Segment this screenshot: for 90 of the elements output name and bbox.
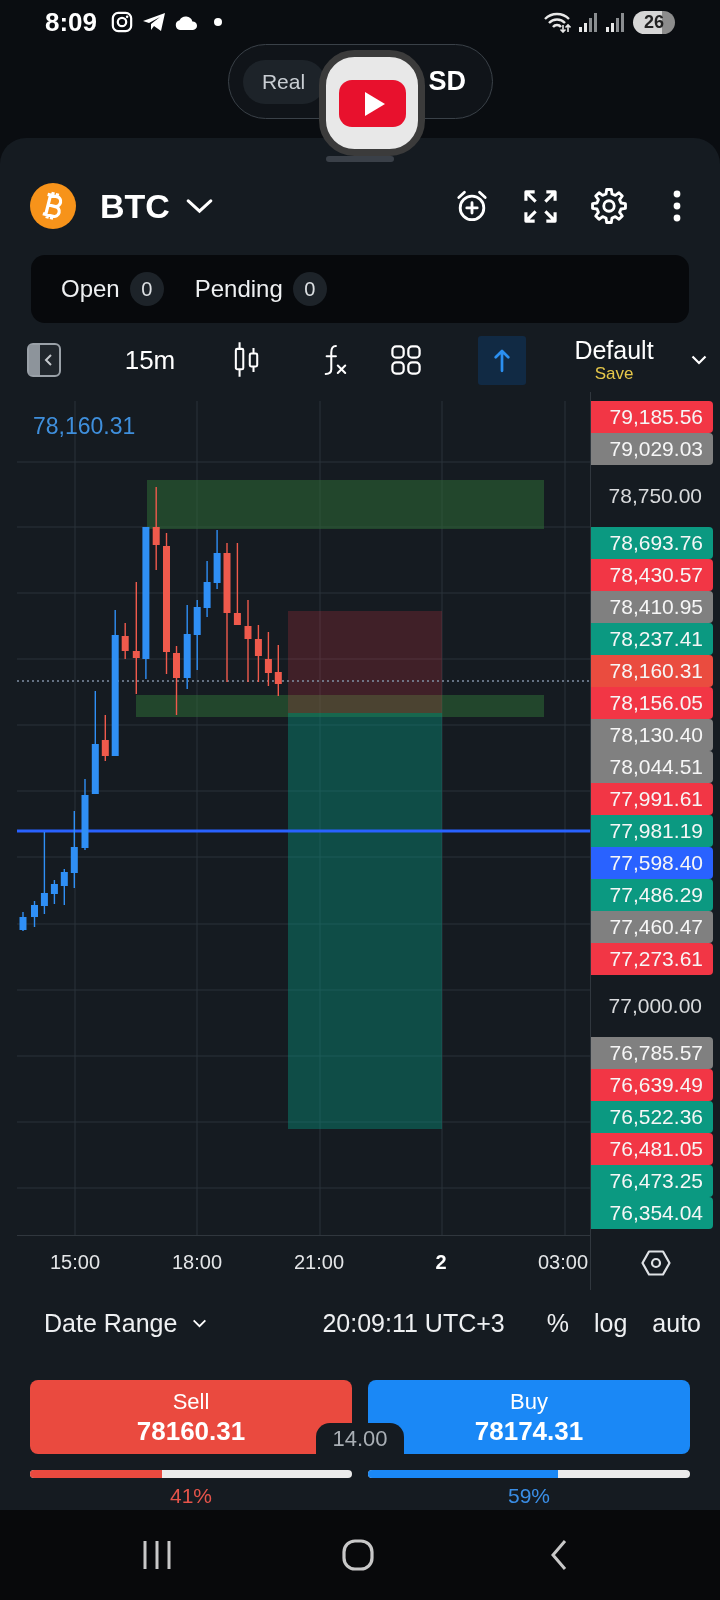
price-axis-label: 77,000.00 [608,994,702,1018]
chevron-down-icon [192,1318,208,1328]
candlestick-icon[interactable] [234,341,260,379]
price-tag: 76,639.49 [591,1069,713,1101]
price-tag: 77,273.61 [591,943,713,975]
layout-grid-icon[interactable] [391,345,421,375]
interval-button[interactable]: 15m [123,344,177,376]
template-button[interactable]: Default [574,336,654,364]
price-tag: 77,460.47 [591,911,713,943]
positions-tab[interactable]: Pending 0 [194,272,327,306]
price-tag: 78,044.51 [591,751,713,783]
price-tag: 78,156.05 [591,687,713,719]
price-tag: 78,160.31 [591,655,713,687]
chevron-down-icon [185,198,213,214]
scale-option[interactable]: auto [652,1308,701,1338]
play-bubble-icon[interactable] [319,50,425,156]
more-icon[interactable] [671,188,683,224]
candle [101,714,109,762]
date-axis-label: 2 [435,1251,447,1274]
price-tag: 76,522.36 [591,1101,713,1133]
date-range-button[interactable]: Date Range [44,1308,208,1338]
scale-option[interactable]: log [593,1308,628,1338]
price-tag: 76,785.57 [591,1037,713,1069]
candle [254,624,262,683]
price-legend: 78,160.31 [33,413,136,440]
battery-indicator: 26 [633,10,675,34]
candle [274,644,282,697]
price-tag: 76,354.04 [591,1197,713,1229]
chart-settings-icon[interactable] [640,1249,671,1276]
back-icon[interactable] [548,1539,569,1571]
price-tag: 77,598.40 [591,847,713,879]
price-tag: 78,237.41 [591,623,713,655]
candle [19,911,27,932]
home-icon[interactable] [341,1539,374,1571]
candle [50,879,58,905]
save-button[interactable]: Save [594,364,634,384]
candle [264,631,272,687]
account-mode-button[interactable]: Real [242,59,325,104]
price-tag: 78,693.76 [591,527,713,559]
signal-icon [606,12,624,32]
count-badge: 0 [129,272,164,306]
symbol-selector[interactable]: BTC [100,186,213,226]
candle [173,645,180,716]
alarm-add-icon[interactable] [455,189,489,223]
price-tag: 78,410.95 [591,591,713,623]
count-badge: 0 [292,272,327,306]
chevron-down-icon[interactable] [691,355,707,365]
time-axis-label: 15:00 [49,1251,101,1274]
price-tag: 76,481.05 [591,1133,713,1165]
price-tag: 76,473.25 [591,1165,713,1197]
panel-toggle-icon[interactable] [27,343,61,377]
sentiment-percent: 41% [170,1484,212,1508]
settings-icon[interactable] [590,187,628,225]
drag-handle[interactable] [326,156,394,162]
instagram-icon [111,11,134,33]
clock-label: 20:09:11 UTC+3 [322,1308,505,1338]
price-tag: 77,486.29 [591,879,713,911]
arrow-tool-button[interactable] [478,335,526,385]
price-tag: 78,430.57 [591,559,713,591]
time-axis-label: 21:00 [293,1251,345,1274]
sentiment-percent: 59% [508,1484,550,1508]
price-tag: 78,130.40 [591,719,713,751]
candle [31,900,38,928]
price-tag: 77,991.61 [591,783,713,815]
expand-icon[interactable] [523,188,558,224]
scale-option[interactable]: % [546,1308,569,1338]
currency-label: SD [428,66,466,97]
arrow-up-icon [493,347,511,373]
time-axis-label: 03:00 [537,1251,589,1274]
signal-icon [579,12,597,32]
time-axis-label: 18:00 [171,1251,223,1274]
candle [193,599,201,671]
bitcoin-icon [30,183,76,229]
candle [60,868,68,906]
recents-icon[interactable] [141,1539,172,1571]
price-tag: 79,029.03 [591,433,713,465]
wifi-icon [543,11,571,33]
price-axis-label: 78,750.00 [608,484,702,508]
notification-dot-icon [214,18,223,26]
function-icon[interactable] [322,343,348,377]
price-tag: 77,981.19 [591,815,713,847]
spread-badge: 14.00 [316,1423,404,1454]
candle [213,529,221,590]
cloud-icon [174,14,199,30]
candle [121,622,129,660]
positions-tab[interactable]: Open 0 [61,272,164,306]
paper-plane-icon [142,12,167,32]
price-tag: 79,185.56 [591,401,713,433]
candle [203,560,211,618]
status-time: 8:09 [45,6,98,38]
